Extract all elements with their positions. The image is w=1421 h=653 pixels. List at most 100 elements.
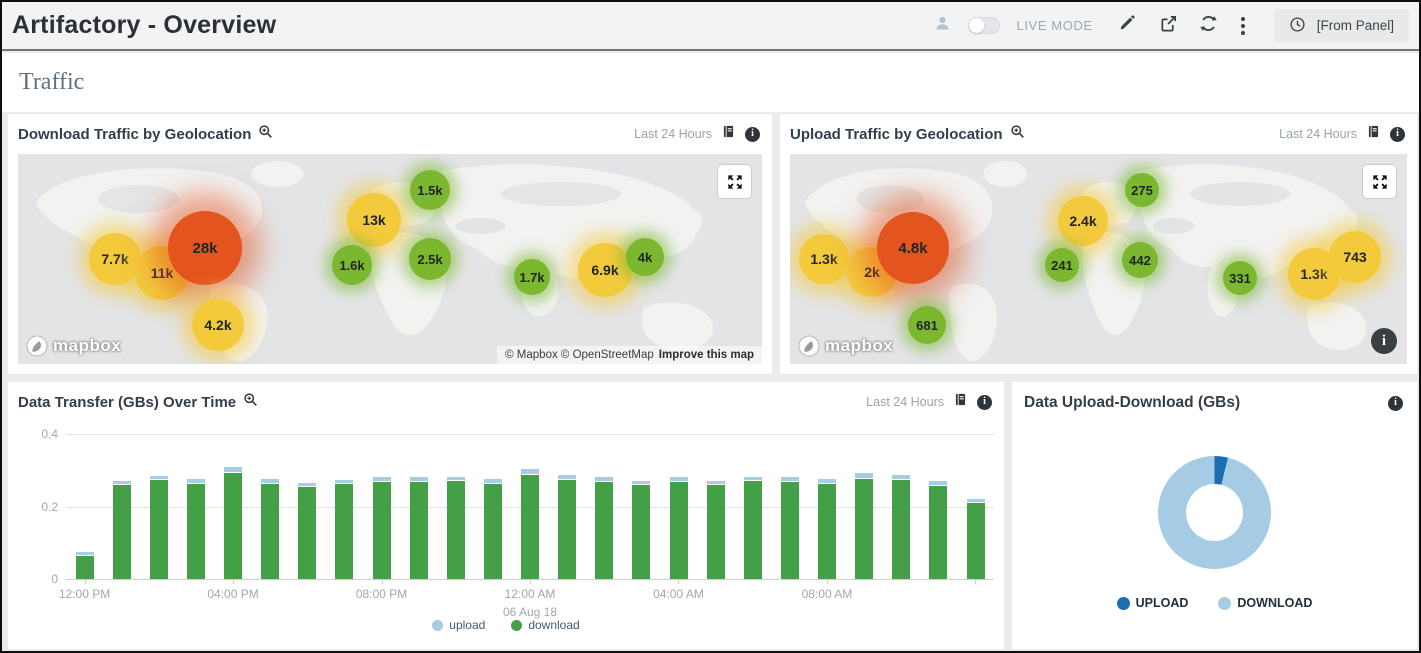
bar-upload-segment [410,477,428,481]
map-bubble-2.5k[interactable]: 2.5k [409,238,451,280]
bar-download-segment [929,486,947,579]
info-icon[interactable]: i [977,395,992,410]
legend-item-upload[interactable]: UPLOAD [1117,596,1189,610]
improve-map-link[interactable]: Improve this map [659,349,754,361]
bar-upload-segment [744,477,762,481]
map-bubble-7.7k[interactable]: 7.7k [89,233,141,285]
map-bubble-4k[interactable]: 4k [626,238,664,276]
map-bubble-442[interactable]: 442 [1122,242,1158,278]
bar-download-segment [410,482,428,579]
map-bubble-241[interactable]: 241 [1045,248,1079,282]
bar-download-segment [224,473,242,579]
bar-upload-segment [447,477,465,481]
info-icon[interactable]: i [745,127,760,142]
map-bubble-743[interactable]: 743 [1329,231,1381,283]
bar-13[interactable] [549,434,586,579]
time-range-value: [From Panel] [1317,18,1394,33]
bar-17[interactable] [697,434,734,579]
map-bubble-1.5k[interactable]: 1.5k [410,170,450,210]
bar-12[interactable] [512,434,549,579]
report-icon[interactable] [1366,124,1381,144]
x-axis-tick [678,579,679,584]
legend-item-download[interactable]: DOWNLOAD [1218,596,1312,610]
bar-3[interactable] [177,434,214,579]
x-axis-label: 04:00 AM [653,585,704,603]
x-axis-tick [827,579,828,584]
bar-8[interactable] [363,434,400,579]
report-icon[interactable] [721,124,736,144]
header-toolbar: LIVE MODE [From Panel] [934,9,1409,42]
map-bubble-28k[interactable]: 28k [168,211,242,285]
bar-0[interactable] [66,434,103,579]
download-geolocation-map[interactable]: mapbox © Mapbox © OpenStreetMap Improve … [18,154,762,364]
bar-20[interactable] [809,434,846,579]
map-bubble-13k[interactable]: 13k [347,193,401,247]
map-attribution-info-icon[interactable]: i [1371,328,1397,354]
bar-18[interactable] [734,434,771,579]
map-bubble-1.7k[interactable]: 1.7k [514,259,550,295]
bar-4[interactable] [215,434,252,579]
bar-19[interactable] [771,434,808,579]
bar-upload-segment [595,477,613,481]
bar-2[interactable] [140,434,177,579]
map-bubble-4.2k[interactable]: 4.2k [192,299,244,351]
map-bubble-1.3k[interactable]: 1.3k [799,234,849,284]
legend-item-download[interactable]: download [511,618,579,632]
bar-upload-segment [781,477,799,481]
bar-download-segment [670,482,688,580]
info-icon[interactable]: i [1390,127,1405,142]
x-axis-label: 04:00 PM [207,585,258,603]
bar-23[interactable] [920,434,957,579]
attribution-copyright[interactable]: © Mapbox © OpenStreetMap [505,349,654,361]
refresh-icon[interactable] [1199,14,1218,38]
zoom-icon[interactable] [258,124,273,144]
x-axis-tick [382,579,383,584]
zoom-icon[interactable] [1010,124,1025,144]
map-bubble-681[interactable]: 681 [908,306,946,344]
bar-5[interactable] [252,434,289,579]
bar-10[interactable] [437,434,474,579]
map-bubble-331[interactable]: 331 [1223,261,1257,295]
bar-1[interactable] [103,434,140,579]
bar-download-segment [781,482,799,579]
more-menu-icon[interactable] [1235,15,1251,37]
bar-15[interactable] [623,434,660,579]
bar-24[interactable] [957,434,994,579]
map-bubble-6.9k[interactable]: 6.9k [578,243,632,297]
legend-dot [432,620,443,631]
report-icon[interactable] [953,392,968,412]
live-mode-toggle[interactable] [968,17,1000,34]
info-icon[interactable]: i [1388,396,1403,411]
bar-6[interactable] [289,434,326,579]
map-attribution: © Mapbox © OpenStreetMap Improve this ma… [497,346,762,364]
bar-14[interactable] [586,434,623,579]
edit-icon[interactable] [1118,14,1136,37]
map-bubble-2.4k[interactable]: 2.4k [1058,196,1108,246]
mapbox-logo-text: mapbox [53,336,121,356]
expand-icon[interactable] [718,165,751,198]
bar-download-segment [707,485,725,579]
map-bubble-1.6k[interactable]: 1.6k [332,245,372,285]
upload-geolocation-map[interactable]: mapbox i 1.3k2k4.8k6812.4k2412754423311.… [790,154,1407,364]
map-bubble-275[interactable]: 275 [1125,173,1159,207]
bar-download-segment [855,479,873,579]
mapbox-logo[interactable]: mapbox [26,335,121,357]
dashboard-header: Artifactory - Overview LIVE MODE [From P… [2,2,1419,51]
map-bubble-4.8k[interactable]: 4.8k [877,212,949,284]
bar-download-segment [967,503,985,579]
zoom-icon[interactable] [243,392,258,412]
time-range-selector[interactable]: [From Panel] [1274,9,1409,42]
legend-item-upload[interactable]: upload [432,618,485,632]
bar-9[interactable] [400,434,437,579]
expand-icon[interactable] [1363,165,1396,198]
upload-download-donut-chart[interactable] [1158,456,1271,569]
bar-16[interactable] [660,434,697,579]
bar-11[interactable] [474,434,511,579]
share-icon[interactable] [1159,14,1178,38]
bar-21[interactable] [846,434,883,579]
bar-7[interactable] [326,434,363,579]
mapbox-logo[interactable]: mapbox [798,335,893,357]
panel-time-range: Last 24 Hours [1279,127,1357,141]
bar-22[interactable] [883,434,920,579]
bar-download-segment [373,482,391,579]
